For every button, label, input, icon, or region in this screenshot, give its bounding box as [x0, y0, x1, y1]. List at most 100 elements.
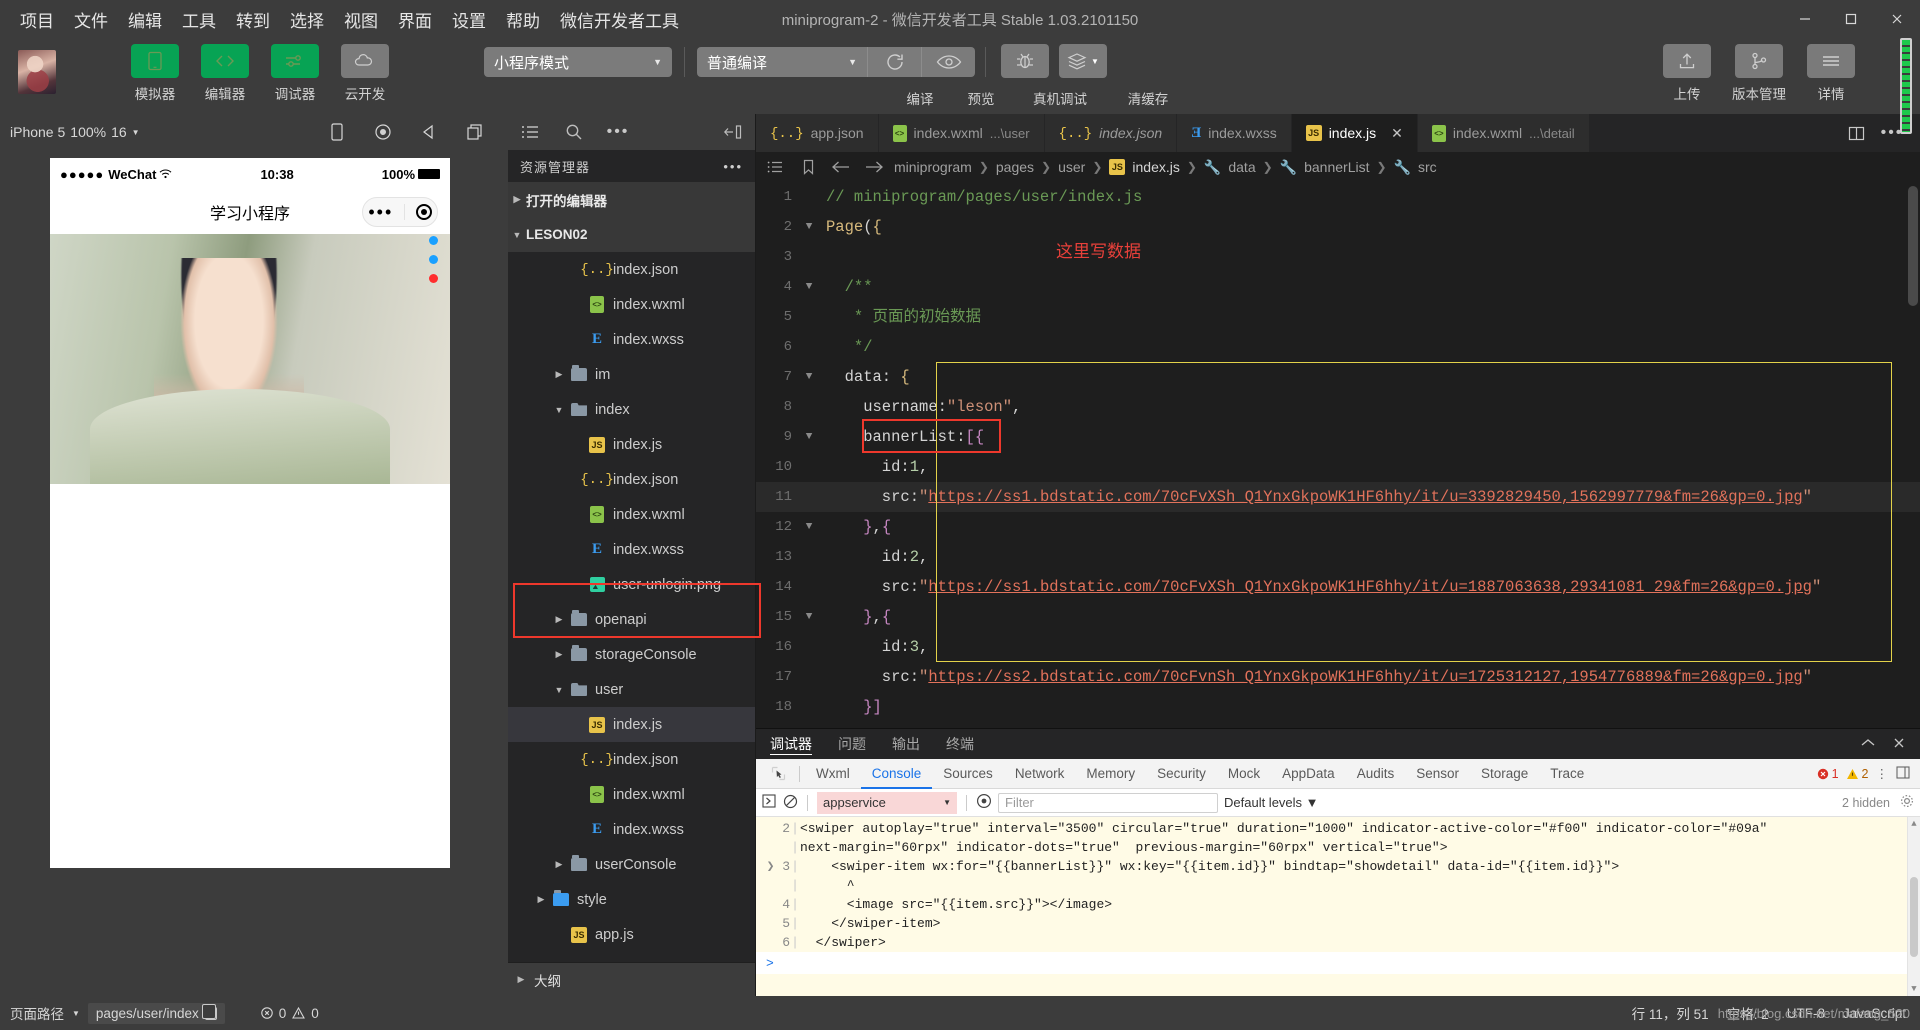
menu-item-select[interactable]: 选择 — [280, 4, 334, 35]
tree-section-open-editors[interactable]: ▶ 打开的编辑器 — [508, 182, 755, 217]
breadcrumb-item-user[interactable]: user — [1058, 159, 1085, 175]
code-line[interactable]: 12 ▼ },{ — [756, 512, 1920, 542]
chevron-right-icon[interactable]: ▶ — [550, 614, 568, 625]
tree-folder-row[interactable]: ▶ userConsole — [508, 847, 755, 882]
rotate-device-button[interactable] — [314, 114, 360, 150]
code-line[interactable]: 17 src:"https://ss2.bdstatic.com/70cFvnS… — [756, 662, 1920, 692]
tree-file-row[interactable]: JS app.js — [508, 917, 755, 952]
warning-badge[interactable]: 2 — [1846, 767, 1869, 781]
explorer-search-button[interactable] — [552, 114, 596, 150]
tree-file-row[interactable]: Ǝindex.wxss — [508, 812, 755, 847]
cloud-toggle-button[interactable]: 云开发 — [336, 44, 394, 103]
devtools-tab-mock[interactable]: Mock — [1217, 759, 1271, 789]
tree-file-row[interactable]: {..}app.json — [508, 952, 755, 963]
console-context-select[interactable]: appservice ▼ — [817, 791, 957, 814]
split-editor-button[interactable] — [1840, 114, 1872, 152]
code-line[interactable]: 7 ▼ data: { — [756, 362, 1920, 392]
phone-simulator[interactable]: ●●●●● WeChat 10:38 100% 学习小程序 ••• — [50, 158, 450, 868]
menu-item-file[interactable]: 文件 — [64, 4, 118, 35]
code-line[interactable]: 14 src:"https://ss1.bdstatic.com/70cFvXS… — [756, 572, 1920, 602]
code-editor[interactable]: 1 // miniprogram/pages/user/index.js 2 ▼ Pag… — [756, 182, 1920, 728]
tree-file-row[interactable]: user-unlogin.png — [508, 567, 755, 602]
tab-debugger[interactable]: 调试器 — [770, 734, 812, 755]
devtools-tab-sensor[interactable]: Sensor — [1405, 759, 1470, 789]
page-path-value-box[interactable]: pages/user/index — [87, 1002, 225, 1024]
code-line[interactable]: 18 }] — [756, 692, 1920, 722]
code-line[interactable]: 9 ▼ bannerList:[{ — [756, 422, 1920, 452]
details-button[interactable]: 详情 — [1802, 44, 1860, 103]
tree-file-row[interactable]: JS index.js — [508, 707, 755, 742]
menu-item-tools[interactable]: 工具 — [172, 4, 226, 35]
device-select[interactable]: iPhone 5 100% 16 ▼ — [10, 124, 140, 140]
mode-select[interactable]: 小程序模式 ▼ — [484, 47, 672, 77]
version-control-button[interactable]: 版本管理 — [1730, 44, 1788, 103]
code-line[interactable]: 1 // miniprogram/pages/user/index.js — [756, 182, 1920, 212]
code-line[interactable]: 6 */ — [756, 332, 1920, 362]
devtools-tab-wxml[interactable]: Wxml — [805, 759, 861, 789]
upload-button[interactable]: 上传 — [1658, 44, 1716, 103]
console-settings-button[interactable] — [1900, 794, 1914, 811]
editor-tab-index-json[interactable]: {..} index.json — [1044, 114, 1178, 152]
menu-item-devtools[interactable]: 微信开发者工具 — [550, 4, 689, 35]
problems-status[interactable]: 0 0 — [261, 1006, 319, 1021]
menu-item-edit[interactable]: 编辑 — [118, 4, 172, 35]
breadcrumb-item-pages[interactable]: pages — [996, 159, 1034, 175]
inspect-element-button[interactable] — [762, 766, 794, 781]
tree-file-row[interactable]: {..} index.json — [508, 742, 755, 777]
code-line[interactable]: 10 id:1, — [756, 452, 1920, 482]
chevron-right-icon[interactable]: ▶ — [550, 369, 568, 380]
explorer-collapse-button[interactable] — [711, 114, 755, 150]
tree-file-row[interactable]: JS index.js — [508, 427, 755, 462]
breadcrumb-item-src[interactable]: src — [1418, 159, 1437, 175]
compile-select[interactable]: 普通编译 ▼ — [697, 47, 867, 77]
tree-file-row[interactable]: <> index.wxml — [508, 777, 755, 812]
fold-toggle-icon[interactable]: ▼ — [798, 212, 820, 242]
breadcrumb-item-data[interactable]: data — [1228, 159, 1255, 175]
explorer-more-button[interactable]: ••• — [596, 114, 640, 150]
tab-problems[interactable]: 问题 — [838, 734, 866, 754]
devtools-dock-button[interactable] — [1896, 765, 1910, 782]
devtools-tab-sources[interactable]: Sources — [932, 759, 1004, 789]
nav-forward-button[interactable] — [861, 160, 887, 174]
code-line[interactable]: 16 id:3, — [756, 632, 1920, 662]
swiper-banner[interactable] — [50, 234, 450, 484]
code-line[interactable]: 4 ▼ /** — [756, 272, 1920, 302]
code-line[interactable]: 15 ▼ },{ — [756, 602, 1920, 632]
tree-file-row[interactable]: <> index.wxml — [508, 497, 755, 532]
editor-tab-index-wxss[interactable]: Ǝindex.wxss — [1177, 114, 1292, 152]
filter-eye-button[interactable] — [976, 793, 992, 812]
error-badge[interactable]: 1 — [1817, 767, 1839, 781]
close-panel-button[interactable] — [1892, 736, 1906, 753]
tree-file-row[interactable]: {..} index.json — [508, 462, 755, 497]
devtools-tab-audits[interactable]: Audits — [1346, 759, 1406, 789]
back-button[interactable] — [406, 114, 452, 150]
breadcrumb-item-file[interactable]: index.js — [1132, 159, 1179, 175]
outline-section[interactable]: ▶ 大纲 — [508, 962, 755, 996]
chevron-right-icon[interactable]: ▶ — [550, 649, 568, 660]
explorer-title-more-icon[interactable]: ••• — [723, 159, 743, 174]
code-line[interactable]: 2 ▼ Page({ — [756, 212, 1920, 242]
tree-folder-row[interactable]: ▶ style — [508, 882, 755, 917]
phone-capsule-buttons[interactable]: ••• — [362, 197, 438, 227]
tree-file-row[interactable]: {..} index.json — [508, 252, 755, 287]
page-path-label[interactable]: 页面路径 — [10, 1003, 64, 1023]
devtools-tab-trace[interactable]: Trace — [1539, 759, 1595, 789]
cursor-position[interactable]: 行 11，列 51 — [1632, 1003, 1709, 1023]
editor-toggle-button[interactable]: 编辑器 — [196, 44, 254, 103]
fold-toggle-icon[interactable]: ▼ — [798, 512, 820, 542]
menu-item-help[interactable]: 帮助 — [496, 4, 550, 35]
code-line[interactable]: 11 src:"https://ss1.bdstatic.com/70cFvXS… — [756, 482, 1920, 512]
code-line[interactable]: 3 — [756, 242, 1920, 272]
preview-button[interactable] — [921, 47, 975, 77]
compile-button[interactable] — [867, 47, 921, 77]
code-line[interactable]: 8 username:"leson", — [756, 392, 1920, 422]
console-prompt-row[interactable]: > — [756, 952, 1920, 974]
bookmark-button[interactable] — [795, 159, 821, 175]
breadcrumb-item-miniprogram[interactable]: miniprogram — [894, 159, 972, 175]
clear-cache-button[interactable]: ▼ — [1054, 44, 1112, 78]
fold-toggle-icon[interactable]: ▼ — [798, 362, 820, 392]
minimize-button[interactable] — [1782, 0, 1828, 38]
record-button[interactable] — [360, 114, 406, 150]
devtools-menu-button[interactable]: ⋮ — [1876, 766, 1890, 781]
real-device-debug-button[interactable] — [996, 44, 1054, 78]
